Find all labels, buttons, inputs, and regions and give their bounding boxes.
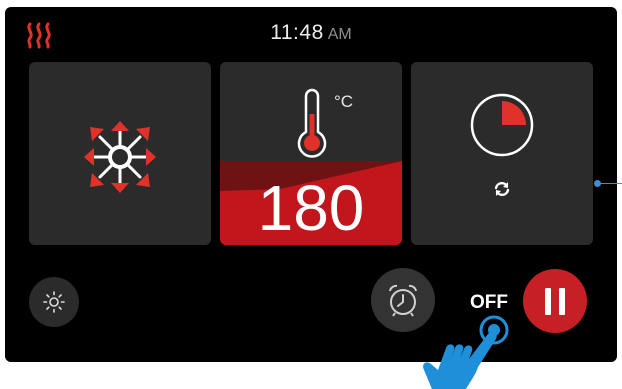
temperature-level-band: 180 <box>220 161 402 245</box>
thermometer-icon <box>297 88 327 158</box>
clock-ampm: AM <box>327 26 352 43</box>
callout-dot <box>594 180 601 187</box>
temperature-tile[interactable]: °C 180 <box>220 62 402 245</box>
alarm-clock-icon <box>389 284 417 317</box>
brightness-button[interactable] <box>29 277 79 327</box>
temperature-value: 180 <box>257 172 365 244</box>
convection-fan-icon <box>84 121 156 193</box>
clock: 11:48 AM <box>5 21 617 45</box>
refresh-icon <box>494 181 510 197</box>
oven-display: 11:48 AM °C 180 OFF <box>5 7 617 362</box>
touch-hand-icon <box>423 315 509 389</box>
temperature-unit: °C <box>334 92 354 111</box>
timer-icon <box>470 93 534 157</box>
timer-tile[interactable] <box>411 62 593 245</box>
pause-button[interactable] <box>523 269 587 333</box>
clock-time: 11:48 <box>270 21 324 44</box>
off-label[interactable]: OFF <box>470 292 508 314</box>
fan-mode-tile[interactable] <box>29 62 211 245</box>
pause-icon <box>545 288 551 315</box>
brightness-icon <box>43 291 65 313</box>
